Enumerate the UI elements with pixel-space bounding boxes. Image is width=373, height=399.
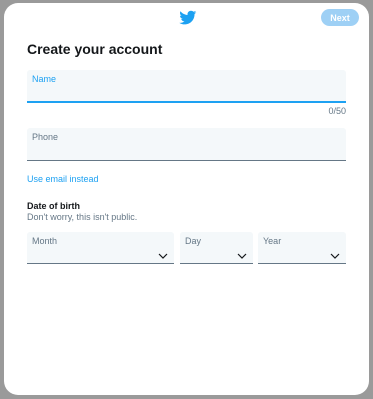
month-select[interactable]: Month — [27, 232, 174, 264]
name-input[interactable] — [32, 86, 339, 98]
phone-field[interactable]: Phone — [27, 128, 346, 161]
phone-input[interactable] — [32, 145, 339, 157]
use-email-instead-link[interactable]: Use email instead — [27, 174, 99, 184]
phone-field-label: Phone — [32, 132, 59, 142]
dob-heading: Date of birth — [27, 201, 80, 211]
name-field[interactable]: Name — [27, 70, 346, 103]
chevron-down-icon — [330, 253, 340, 259]
month-select-label: Month — [32, 236, 58, 246]
next-button[interactable]: Next — [321, 9, 359, 26]
signup-modal: Next Create your account Name 0/50 Phone… — [4, 3, 369, 395]
dob-subtitle: Don't worry, this isn't public. — [27, 212, 138, 222]
page-title: Create your account — [27, 41, 163, 57]
twitter-bird-icon — [179, 10, 197, 25]
chevron-down-icon — [158, 253, 168, 259]
chevron-down-icon — [237, 253, 247, 259]
name-char-counter: 0/50 — [328, 106, 346, 116]
year-select-label: Year — [263, 236, 282, 246]
day-select-label: Day — [185, 236, 202, 246]
day-select[interactable]: Day — [180, 232, 253, 264]
year-select[interactable]: Year — [258, 232, 346, 264]
name-field-label: Name — [32, 74, 57, 84]
